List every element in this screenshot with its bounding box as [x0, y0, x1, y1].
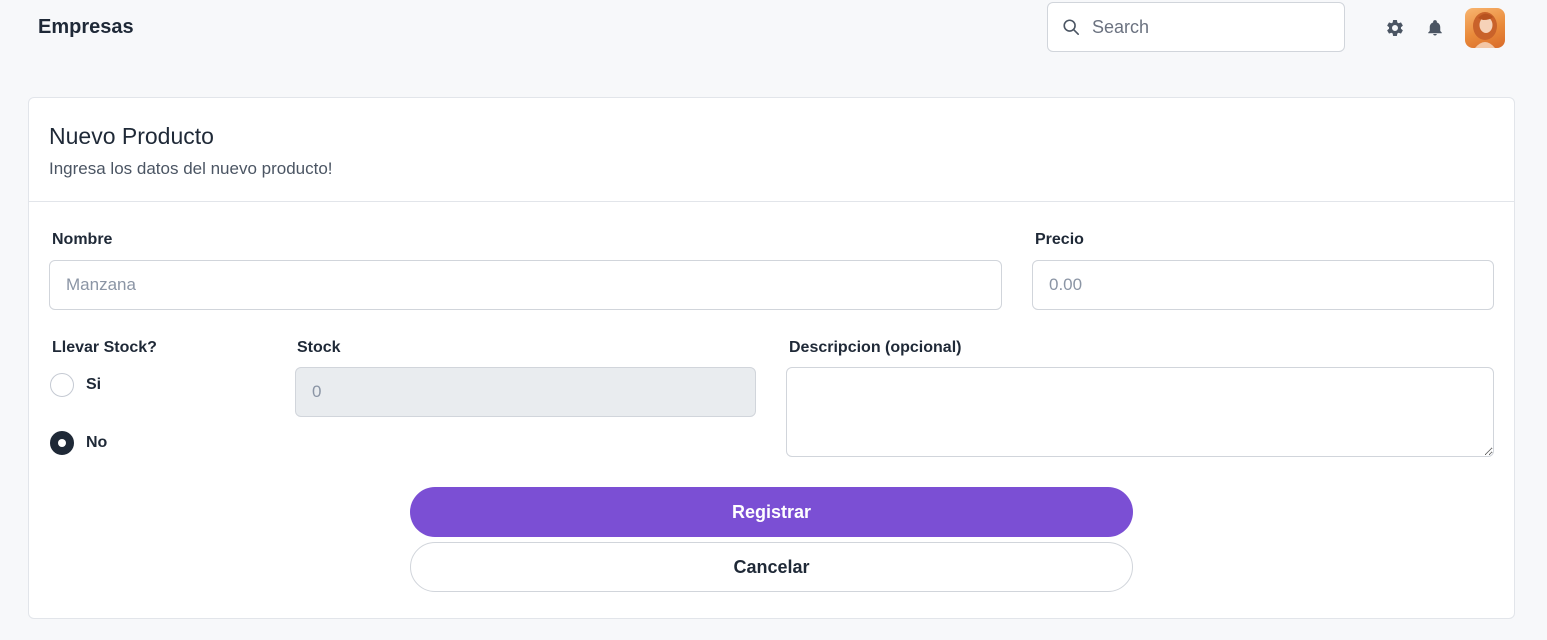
new-product-card: Nuevo Producto Ingresa los datos del nue…	[28, 97, 1515, 619]
top-bar: Empresas	[0, 0, 1547, 56]
stock-label: Stock	[297, 339, 341, 356]
descripcion-textarea[interactable]	[786, 367, 1494, 457]
radio-no[interactable]	[50, 431, 74, 455]
search-input[interactable]	[1092, 16, 1322, 38]
page-subtitle: Ingresa los datos del nuevo producto!	[49, 159, 333, 178]
nombre-label: Nombre	[52, 231, 113, 248]
page-title: Nuevo Producto	[49, 123, 214, 149]
gear-icon[interactable]	[1385, 18, 1405, 38]
app-title: Empresas	[38, 16, 134, 38]
bell-icon[interactable]	[1426, 18, 1444, 38]
avatar-portrait-icon	[1473, 12, 1497, 48]
descripcion-label: Descripcion (opcional)	[789, 339, 962, 356]
precio-label: Precio	[1035, 231, 1084, 248]
radio-no-label: No	[86, 434, 108, 451]
llevar-stock-label: Llevar Stock?	[52, 339, 157, 356]
divider	[29, 201, 1514, 202]
stock-input	[295, 367, 756, 417]
avatar[interactable]	[1465, 8, 1505, 48]
radio-si[interactable]	[50, 373, 74, 397]
radio-si-label: Si	[86, 376, 102, 393]
nombre-input[interactable]	[49, 260, 1002, 310]
search-icon	[1063, 19, 1080, 36]
precio-input[interactable]	[1032, 260, 1494, 310]
search-box[interactable]	[1047, 2, 1345, 52]
registrar-button[interactable]: Registrar	[410, 487, 1133, 537]
cancelar-button[interactable]: Cancelar	[410, 542, 1133, 592]
